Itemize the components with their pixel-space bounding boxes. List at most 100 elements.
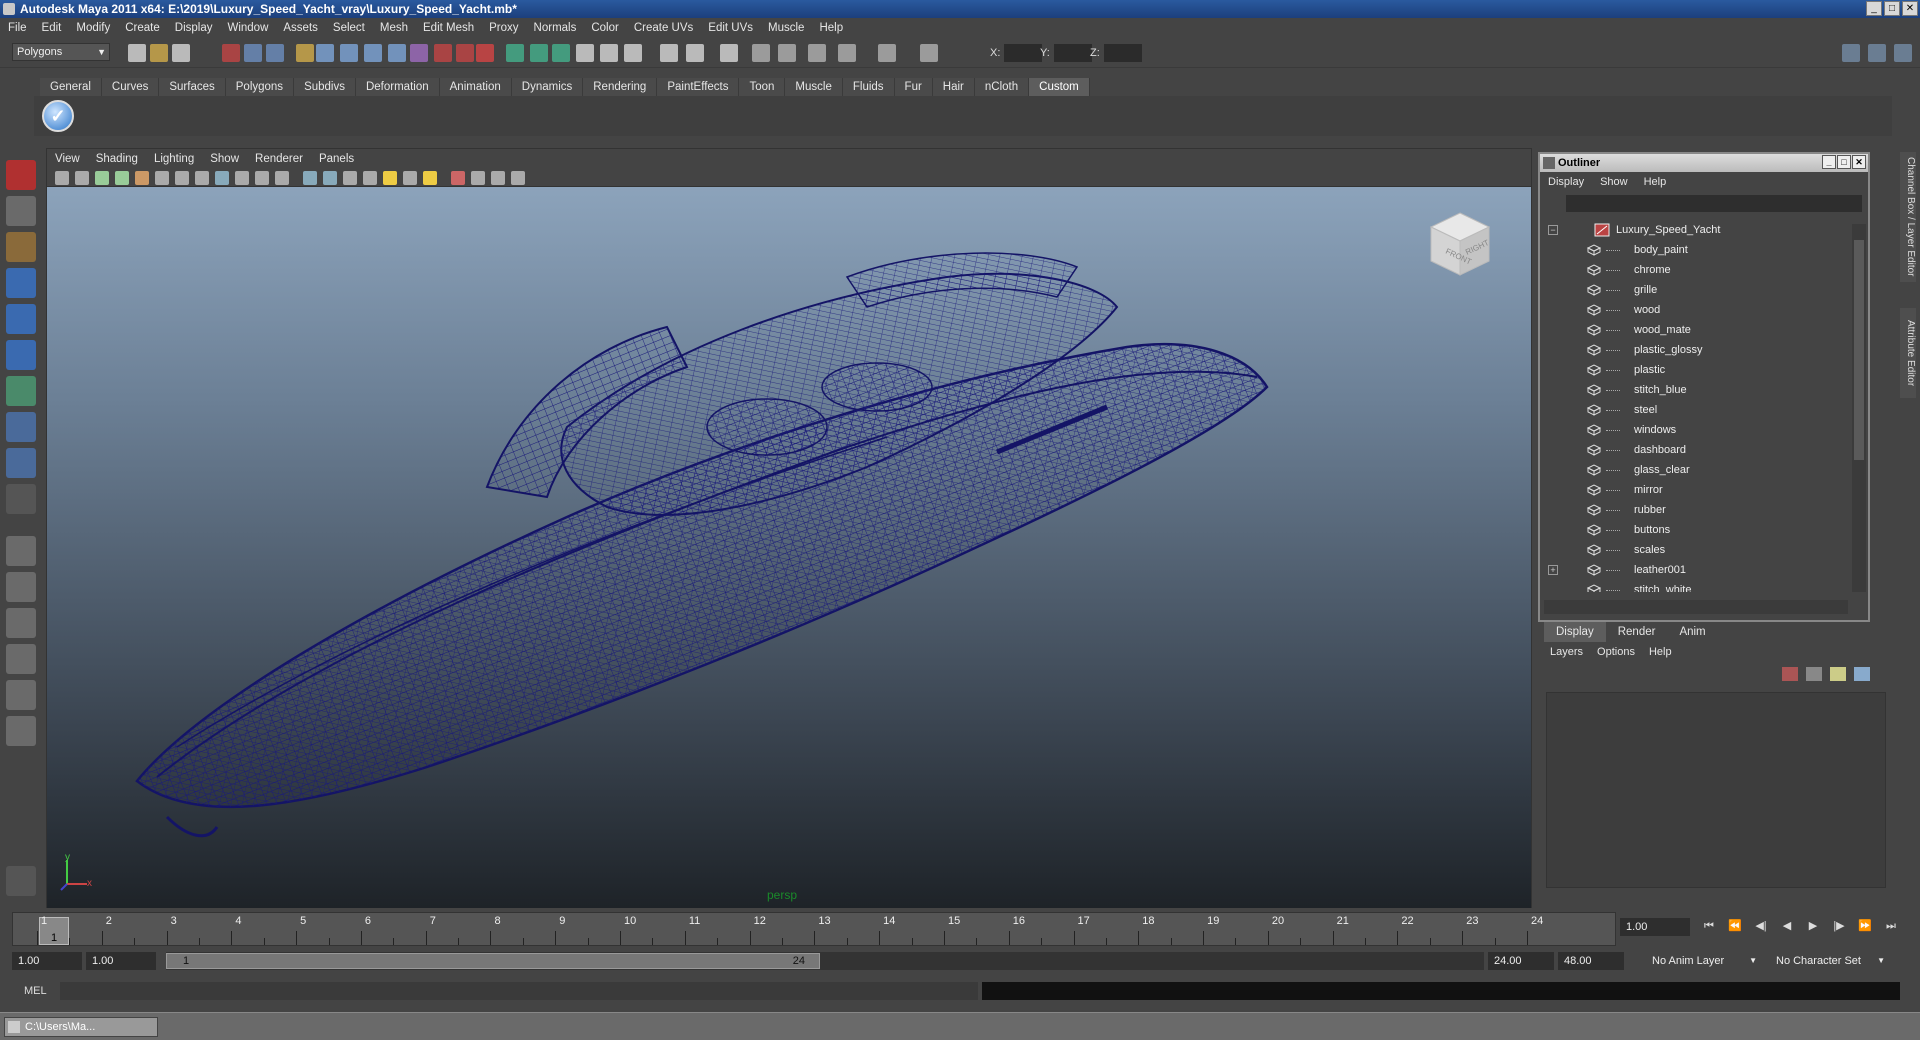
playback-end-field[interactable]: 24.00 bbox=[1488, 952, 1554, 970]
go-to-start-icon[interactable]: ⏮ bbox=[1702, 919, 1716, 933]
menu-help[interactable]: Help bbox=[819, 22, 843, 34]
shelf-tab-dynamics[interactable]: Dynamics bbox=[511, 78, 584, 96]
shelf-tab-toon[interactable]: Toon bbox=[739, 78, 786, 96]
character-set-dropdown[interactable]: No Character Set ▼ bbox=[1772, 952, 1888, 970]
scale-tool-icon[interactable] bbox=[6, 340, 36, 370]
xray-joints-icon[interactable] bbox=[491, 171, 505, 185]
show-manipulator-icon[interactable] bbox=[6, 448, 36, 478]
outliner-item[interactable]: plastic bbox=[1540, 360, 1850, 380]
close-button[interactable]: ✕ bbox=[1902, 1, 1918, 16]
single-perspective-layout-icon[interactable] bbox=[6, 536, 36, 566]
shelf-tab-surfaces[interactable]: Surfaces bbox=[159, 78, 226, 96]
layer-menu-options[interactable]: Options bbox=[1597, 646, 1635, 658]
outliner-item[interactable]: steel bbox=[1540, 400, 1850, 420]
menu-display[interactable]: Display bbox=[175, 22, 213, 34]
layer-list[interactable] bbox=[1546, 692, 1886, 888]
outliner-menu-show[interactable]: Show bbox=[1600, 176, 1628, 188]
menu-select[interactable]: Select bbox=[333, 22, 365, 34]
outliner-menu-display[interactable]: Display bbox=[1548, 176, 1584, 188]
menu-normals[interactable]: Normals bbox=[534, 22, 577, 34]
outliner-minimize-button[interactable]: _ bbox=[1822, 155, 1836, 169]
menu-edit-mesh[interactable]: Edit Mesh bbox=[423, 22, 474, 34]
show-hypershade-icon[interactable] bbox=[576, 44, 594, 62]
universal-manipulator-icon[interactable] bbox=[6, 376, 36, 406]
smooth-shading-icon[interactable] bbox=[323, 171, 337, 185]
menu-create-uvs[interactable]: Create UVs bbox=[634, 22, 693, 34]
viewport-3d[interactable]: FRONT RIGHT y x persp bbox=[47, 187, 1531, 908]
maximize-button[interactable]: □ bbox=[1884, 1, 1900, 16]
snap-point-icon[interactable] bbox=[364, 44, 382, 62]
time-slider[interactable]: 1 1 2 3 4 5 6 7 8 9 10 11 12 13 14 15 16 17 18 19 20 21 22 23 2… bbox=[12, 912, 1616, 946]
lock-selection-icon[interactable] bbox=[296, 44, 314, 62]
shelf-tab-painteffects[interactable]: PaintEffects bbox=[657, 78, 740, 96]
end-time-field[interactable]: 48.00 bbox=[1558, 952, 1624, 970]
shelf-tab-fluids[interactable]: Fluids bbox=[842, 78, 895, 96]
move-layer-up-icon[interactable] bbox=[1830, 667, 1846, 681]
ui-element-icon[interactable] bbox=[752, 44, 770, 62]
output-ops-icon[interactable] bbox=[456, 44, 474, 62]
xray-icon[interactable] bbox=[778, 44, 796, 62]
outliner-item[interactable]: rubber bbox=[1540, 500, 1850, 520]
outliner-close-button[interactable]: ✕ bbox=[1852, 155, 1866, 169]
wireframe-shading-icon[interactable] bbox=[303, 171, 317, 185]
outliner-vertical-scrollbar[interactable] bbox=[1852, 224, 1866, 592]
camera-attributes-icon[interactable] bbox=[75, 171, 89, 185]
play-backwards-icon[interactable]: ◀ bbox=[1780, 919, 1794, 933]
outliner-root-item[interactable]: − Luxury_Speed_Yacht bbox=[1540, 220, 1850, 240]
viewport-menu-lighting[interactable]: Lighting bbox=[154, 153, 194, 165]
step-forward-frame-icon[interactable]: |▶ bbox=[1832, 919, 1846, 933]
pin-icon[interactable] bbox=[6, 866, 36, 896]
outliner-filter-input[interactable] bbox=[1566, 195, 1862, 212]
make-live-icon[interactable] bbox=[410, 44, 428, 62]
shelf-tab-deformation[interactable]: Deformation bbox=[355, 78, 440, 96]
range-slider-bar[interactable]: 1 24 bbox=[166, 953, 820, 969]
outliner-item[interactable]: plastic_glossy bbox=[1540, 340, 1850, 360]
current-time-field[interactable]: 1.00 bbox=[1620, 918, 1690, 936]
start-time-field[interactable]: 1.00 bbox=[12, 952, 82, 970]
four-view-layout-icon[interactable] bbox=[6, 572, 36, 602]
viewport-menu-panels[interactable]: Panels bbox=[319, 153, 354, 165]
safe-action-icon[interactable] bbox=[255, 171, 269, 185]
menu-mesh[interactable]: Mesh bbox=[380, 22, 408, 34]
step-back-key-icon[interactable]: ⏪ bbox=[1728, 919, 1742, 933]
expand-icon[interactable]: + bbox=[1548, 565, 1558, 575]
snap-view-plane-icon[interactable] bbox=[388, 44, 406, 62]
paint-select-tool-icon[interactable] bbox=[6, 232, 36, 262]
outliner-item[interactable]: stitch_blue bbox=[1540, 380, 1850, 400]
shelf-tab-muscle[interactable]: Muscle bbox=[785, 78, 843, 96]
isolate-select-icon[interactable] bbox=[451, 171, 465, 185]
snap-curve-icon[interactable] bbox=[340, 44, 358, 62]
layer-tab-anim[interactable]: Anim bbox=[1667, 622, 1717, 642]
input-ops-icon[interactable] bbox=[434, 44, 452, 62]
menu-edit[interactable]: Edit bbox=[42, 22, 62, 34]
z-input[interactable] bbox=[1104, 44, 1142, 62]
playback-start-field[interactable]: 1.00 bbox=[86, 952, 156, 970]
shelf-tab-fur[interactable]: Fur bbox=[894, 78, 933, 96]
menu-file[interactable]: File bbox=[8, 22, 27, 34]
y-input[interactable] bbox=[1054, 44, 1092, 62]
outliner-item[interactable]: wood_mate bbox=[1540, 320, 1850, 340]
layer-menu-layers[interactable]: Layers bbox=[1550, 646, 1583, 658]
outliner-item[interactable]: + leather001 bbox=[1540, 560, 1850, 580]
backface-icon[interactable] bbox=[511, 171, 525, 185]
textured-icon[interactable] bbox=[363, 171, 377, 185]
shelf-tab-polygons[interactable]: Polygons bbox=[225, 78, 295, 96]
channel-box-toggle-icon[interactable] bbox=[1868, 44, 1886, 62]
snapshot-icon[interactable] bbox=[838, 44, 856, 62]
step-forward-key-icon[interactable]: ⏩ bbox=[1858, 919, 1872, 933]
command-input[interactable] bbox=[60, 982, 978, 1000]
viewport-menu-shading[interactable]: Shading bbox=[96, 153, 138, 165]
save-scene-icon[interactable] bbox=[172, 44, 190, 62]
safe-title-icon[interactable] bbox=[275, 171, 289, 185]
go-to-end-icon[interactable]: ⏭ bbox=[1884, 919, 1898, 933]
custom-shelf-check-icon[interactable]: ✓ bbox=[42, 100, 74, 132]
image-plane-icon[interactable] bbox=[115, 171, 129, 185]
channel-box-layer-editor-tab[interactable]: Channel Box / Layer Editor bbox=[1900, 152, 1916, 282]
outliner-item[interactable]: grille bbox=[1540, 280, 1850, 300]
attribute-editor-tab[interactable]: Attribute Editor bbox=[1900, 308, 1916, 398]
ipr-render-icon[interactable] bbox=[530, 44, 548, 62]
move-layer-down-icon[interactable] bbox=[1854, 667, 1870, 681]
xray-icon[interactable] bbox=[471, 171, 485, 185]
play-forwards-icon[interactable]: ▶ bbox=[1806, 919, 1820, 933]
2d-pan-zoom-icon[interactable] bbox=[135, 171, 149, 185]
